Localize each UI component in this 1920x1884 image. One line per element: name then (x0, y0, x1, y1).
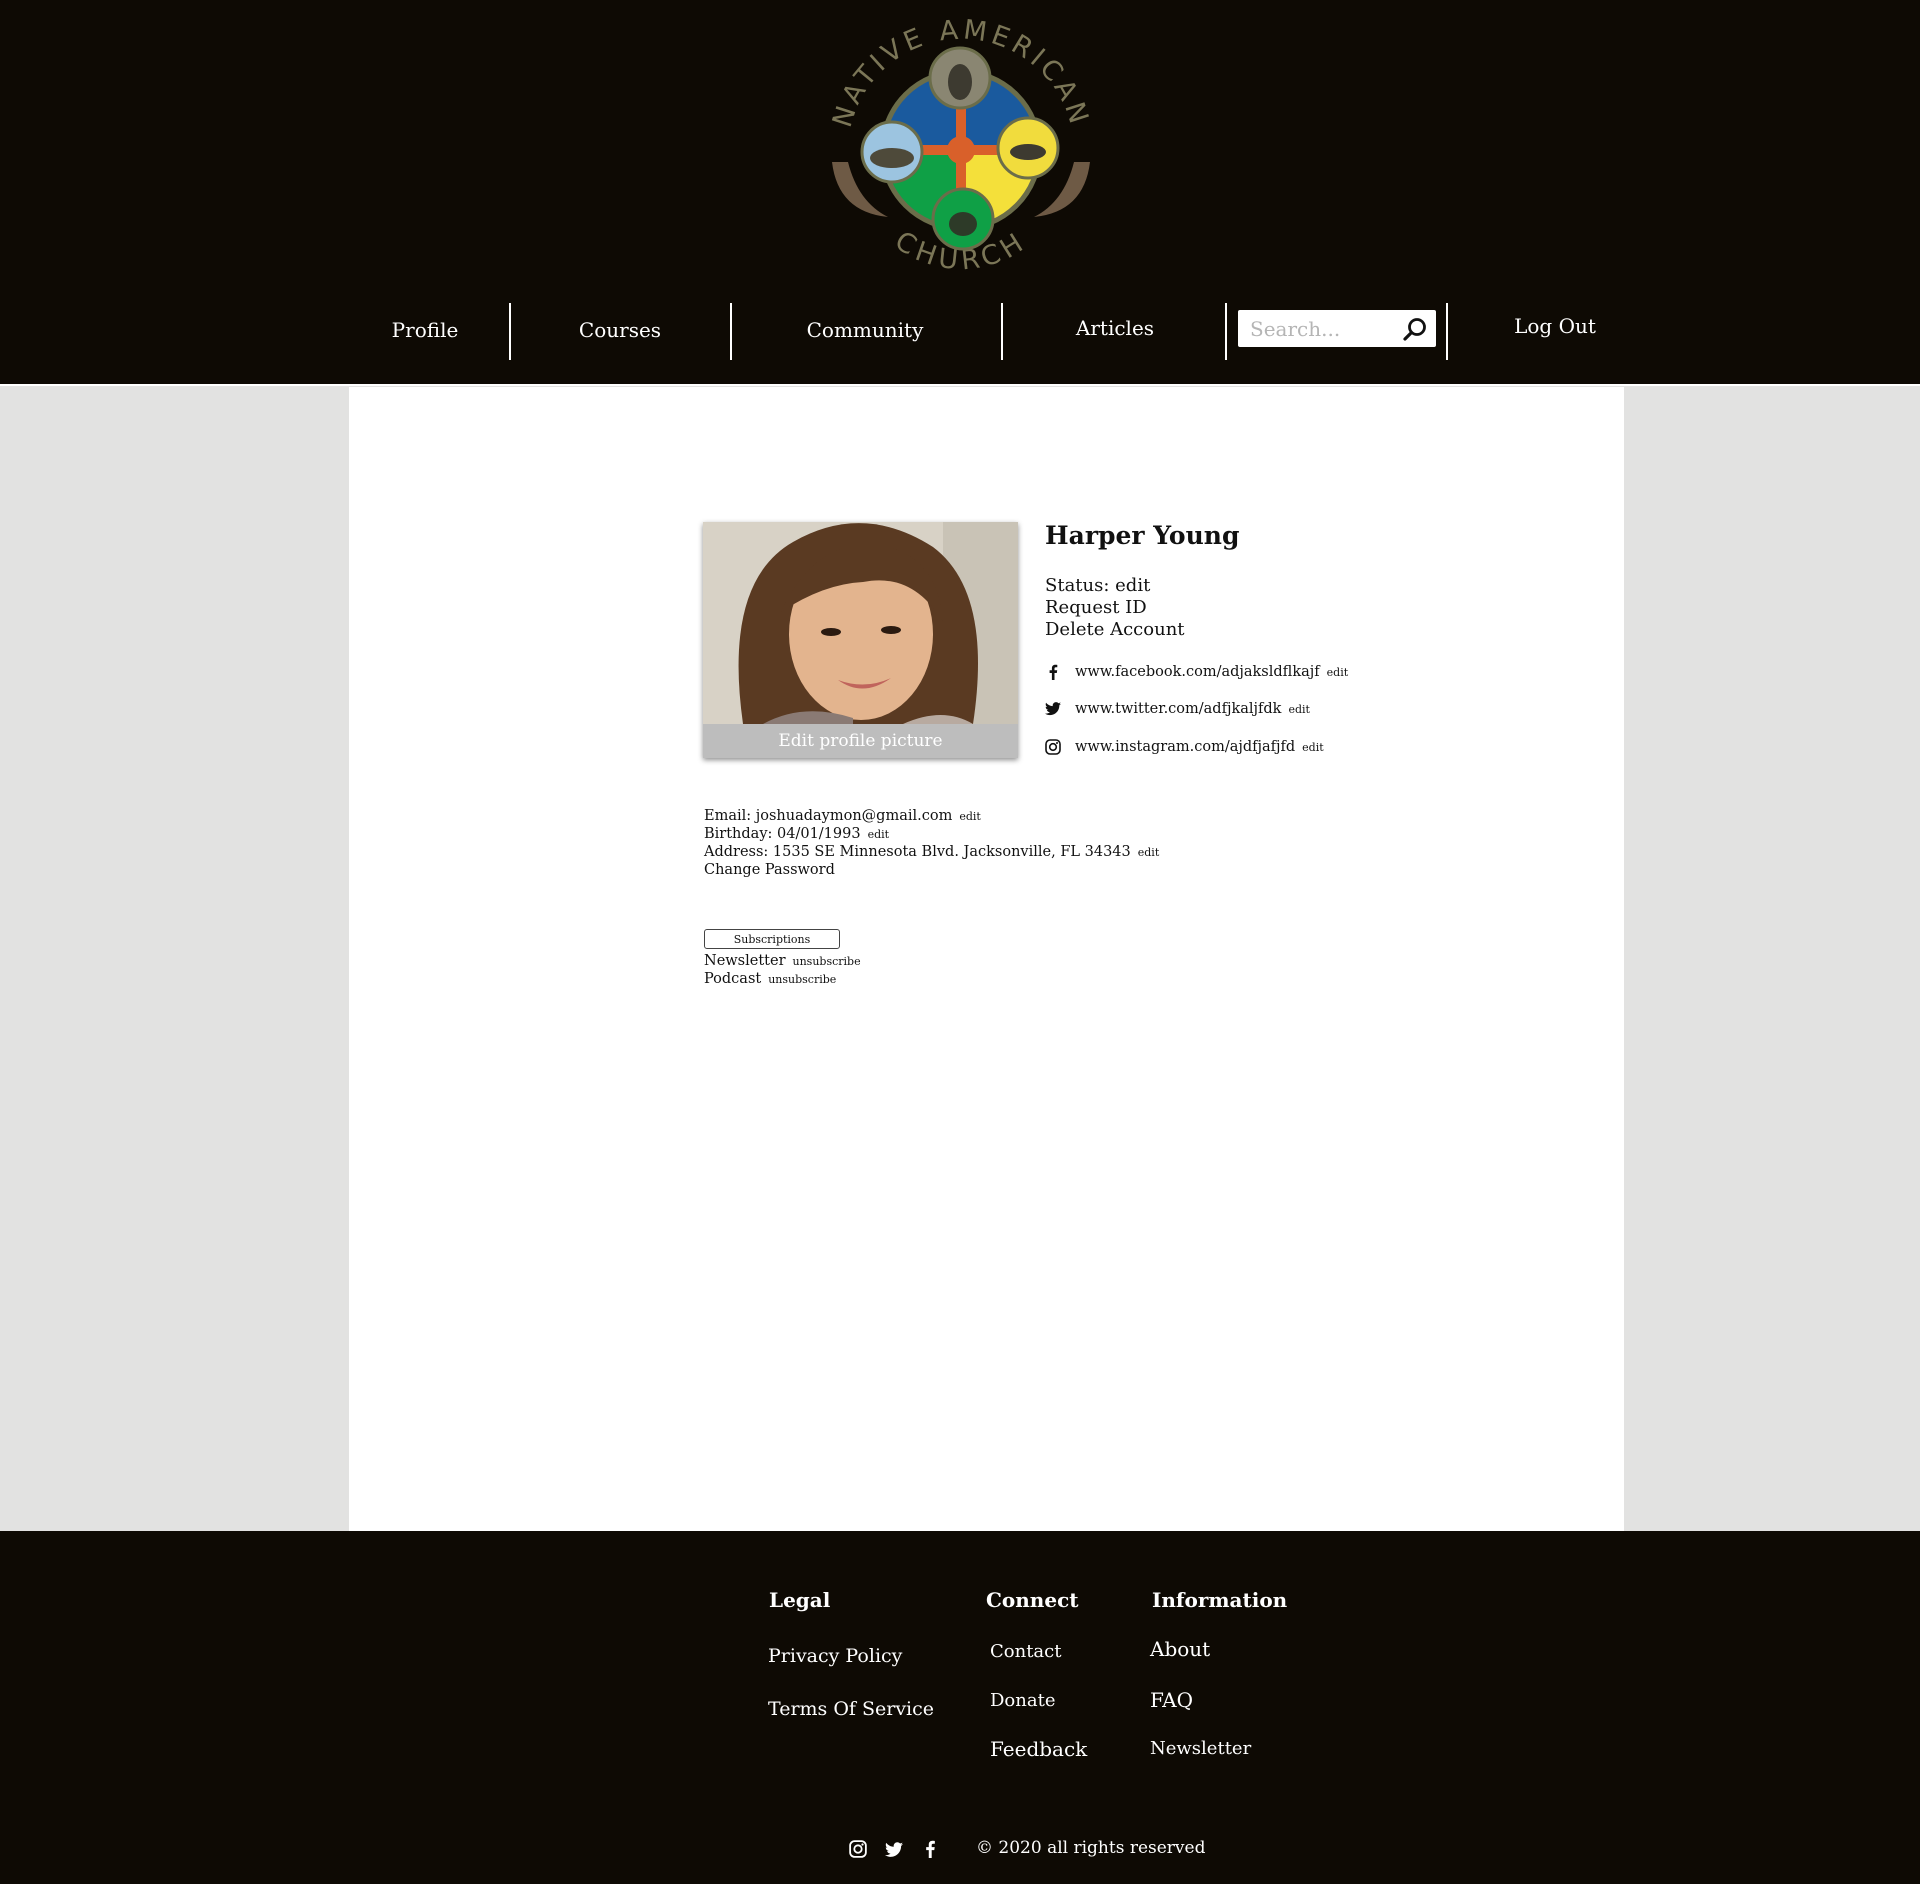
address-row: Address: 1535 SE Minnesota Blvd. Jackson… (704, 844, 1159, 860)
instagram-url[interactable]: www.instagram.com/ajdfjafjfd (1075, 739, 1295, 755)
subscription-name: Podcast (704, 971, 762, 987)
email-value: Email: joshuadaymon@gmail.com (704, 808, 953, 824)
address-edit-link[interactable]: edit (1138, 846, 1160, 859)
twitter-icon[interactable] (885, 1841, 903, 1859)
birthday-edit-link[interactable]: edit (868, 828, 890, 841)
site-footer (0, 1531, 1920, 1884)
facebook-url[interactable]: www.facebook.com/adjaksldflkajf (1075, 664, 1320, 680)
instagram-icon[interactable] (849, 1840, 867, 1858)
search-icon[interactable] (1402, 316, 1428, 342)
footer-information-heading: Information (1152, 1588, 1288, 1612)
nav-divider (1001, 303, 1003, 360)
change-password-link[interactable]: Change Password (704, 862, 835, 878)
subscription-newsletter-row: Newsletter unsubscribe (704, 953, 861, 969)
copyright-text: © 2020 all rights reserved (976, 1838, 1206, 1858)
twitter-url[interactable]: www.twitter.com/adfjkaljfdk (1075, 701, 1281, 717)
church-logo[interactable]: NATIVE AMERICAN CHURCH (818, 12, 1104, 288)
nav-divider (1446, 303, 1448, 360)
facebook-icon (1044, 663, 1062, 681)
facebook-row: www.facebook.com/adjaksldflkajf edit (1044, 661, 1348, 683)
terms-of-service-link[interactable]: Terms Of Service (768, 1698, 934, 1720)
twitter-edit-link[interactable]: edit (1288, 703, 1310, 716)
request-id-link[interactable]: Request ID (1045, 597, 1147, 618)
footer-legal-heading: Legal (769, 1588, 831, 1612)
instagram-edit-link[interactable]: edit (1302, 741, 1324, 754)
faq-link[interactable]: FAQ (1150, 1688, 1193, 1712)
facebook-icon[interactable] (921, 1840, 939, 1858)
email-edit-link[interactable]: edit (959, 810, 981, 823)
search-input[interactable] (1248, 314, 1392, 344)
feedback-link[interactable]: Feedback (990, 1737, 1087, 1761)
logout-link[interactable]: Log Out (1480, 296, 1630, 356)
footer-connect-heading: Connect (986, 1588, 1079, 1612)
subscription-name: Newsletter (704, 953, 786, 969)
subscription-podcast-row: Podcast unsubscribe (704, 971, 836, 987)
birthday-row: Birthday: 04/01/1993 edit (704, 826, 889, 842)
edit-profile-picture-button[interactable]: Edit profile picture (703, 724, 1018, 758)
search-bar (1238, 310, 1436, 347)
privacy-policy-link[interactable]: Privacy Policy (768, 1645, 902, 1667)
subscriptions-button[interactable]: Subscriptions (704, 929, 840, 949)
unsubscribe-newsletter-link[interactable]: unsubscribe (793, 955, 861, 968)
unsubscribe-podcast-link[interactable]: unsubscribe (768, 973, 836, 986)
profile-photo (703, 522, 1018, 724)
address-value: Address: 1535 SE Minnesota Blvd. Jackson… (704, 844, 1131, 860)
contact-link[interactable]: Contact (990, 1641, 1061, 1662)
about-link[interactable]: About (1150, 1637, 1210, 1661)
nav-divider (509, 303, 511, 360)
delete-account-link[interactable]: Delete Account (1045, 619, 1185, 640)
profile-name: Harper Young (1045, 521, 1240, 550)
instagram-icon (1044, 738, 1062, 756)
profile-picture-card: Edit profile picture (703, 522, 1018, 758)
instagram-row: www.instagram.com/ajdfjafjfd edit (1044, 736, 1324, 758)
newsletter-link[interactable]: Newsletter (1150, 1738, 1251, 1759)
donate-link[interactable]: Donate (990, 1690, 1055, 1711)
birthday-value: Birthday: 04/01/1993 (704, 826, 861, 842)
nav-articles[interactable]: Articles (1030, 298, 1200, 358)
twitter-row: www.twitter.com/adfjkaljfdk edit (1044, 698, 1310, 720)
status-link[interactable]: Status: edit (1045, 575, 1150, 596)
facebook-edit-link[interactable]: edit (1327, 666, 1349, 679)
email-row: Email: joshuadaymon@gmail.com edit (704, 808, 981, 824)
nav-profile[interactable]: Profile (340, 300, 510, 360)
nav-courses[interactable]: Courses (530, 300, 710, 360)
header-divider (0, 384, 1920, 386)
nav-divider (1225, 303, 1227, 360)
twitter-icon (1044, 700, 1062, 718)
nav-divider (730, 303, 732, 360)
nav-community[interactable]: Community (760, 300, 970, 360)
